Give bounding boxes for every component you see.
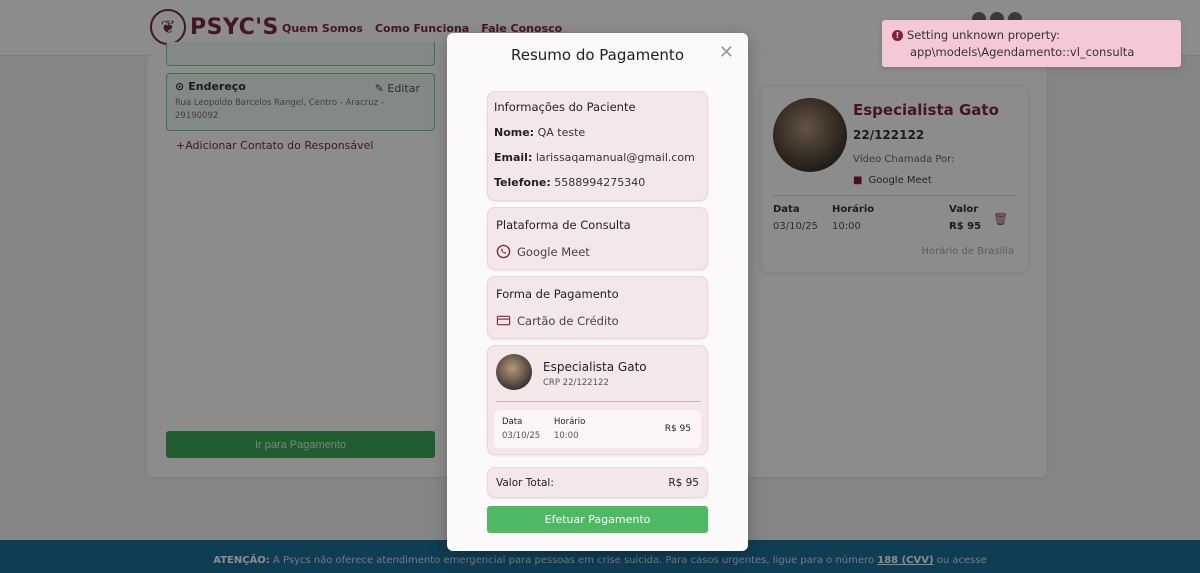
submit-payment-button[interactable]: Efetuar Pagamento: [487, 506, 708, 533]
payment-summary-modal: Resumo do Pagamento ✕ Informações do Pac…: [447, 33, 748, 551]
date-value: 03/10/25: [502, 431, 541, 441]
appointment-details: Data 03/10/25 Horário 10:00 R$ 95: [494, 410, 701, 448]
total-section: Valor Total: R$ 95: [487, 467, 708, 498]
toast-line-1: Setting unknown property:: [907, 28, 1061, 42]
close-icon[interactable]: ✕: [719, 44, 734, 62]
specialist-summary-section: Especialista Gato CRP 22/122122 Data 03/…: [487, 345, 708, 455]
whatsapp-icon: [496, 244, 511, 259]
alert-icon: !: [892, 30, 903, 41]
patient-name: QA teste: [537, 126, 586, 139]
patient-email: larissaqamanual@gmail.com: [535, 151, 695, 164]
toast-line-2: app\models\Agendamento::vl_consulta: [910, 45, 1135, 59]
total-value: R$ 95: [668, 476, 699, 489]
date-header: Data: [502, 417, 523, 427]
patient-info-section: Informações do Paciente Nome: QA teste E…: [487, 91, 708, 201]
platform-value: Google Meet: [517, 244, 590, 259]
section-title: Informações do Paciente: [494, 100, 636, 114]
payment-method-value: Cartão de Crédito: [517, 313, 619, 328]
divider: [496, 401, 701, 402]
error-toast[interactable]: ! Setting unknown property: app\models\Ag…: [882, 20, 1181, 67]
platform-section: Plataforma de Consulta Google Meet: [487, 207, 708, 270]
price-value: R$ 95: [664, 424, 691, 434]
specialist-crp: CRP 22/122122: [543, 378, 609, 388]
section-title: Forma de Pagamento: [496, 287, 619, 301]
payment-method-section: Forma de Pagamento Cartão de Crédito: [487, 276, 708, 339]
time-value: 10:00: [554, 431, 579, 441]
credit-card-icon: [496, 315, 511, 326]
time-header: Horário: [554, 417, 586, 427]
section-title: Plataforma de Consulta: [496, 218, 631, 232]
avatar: [496, 354, 532, 390]
specialist-name: Especialista Gato: [543, 360, 647, 374]
patient-phone: 5588994275340: [554, 176, 646, 189]
total-label: Valor Total:: [496, 476, 554, 489]
modal-title: Resumo do Pagamento: [510, 46, 684, 64]
